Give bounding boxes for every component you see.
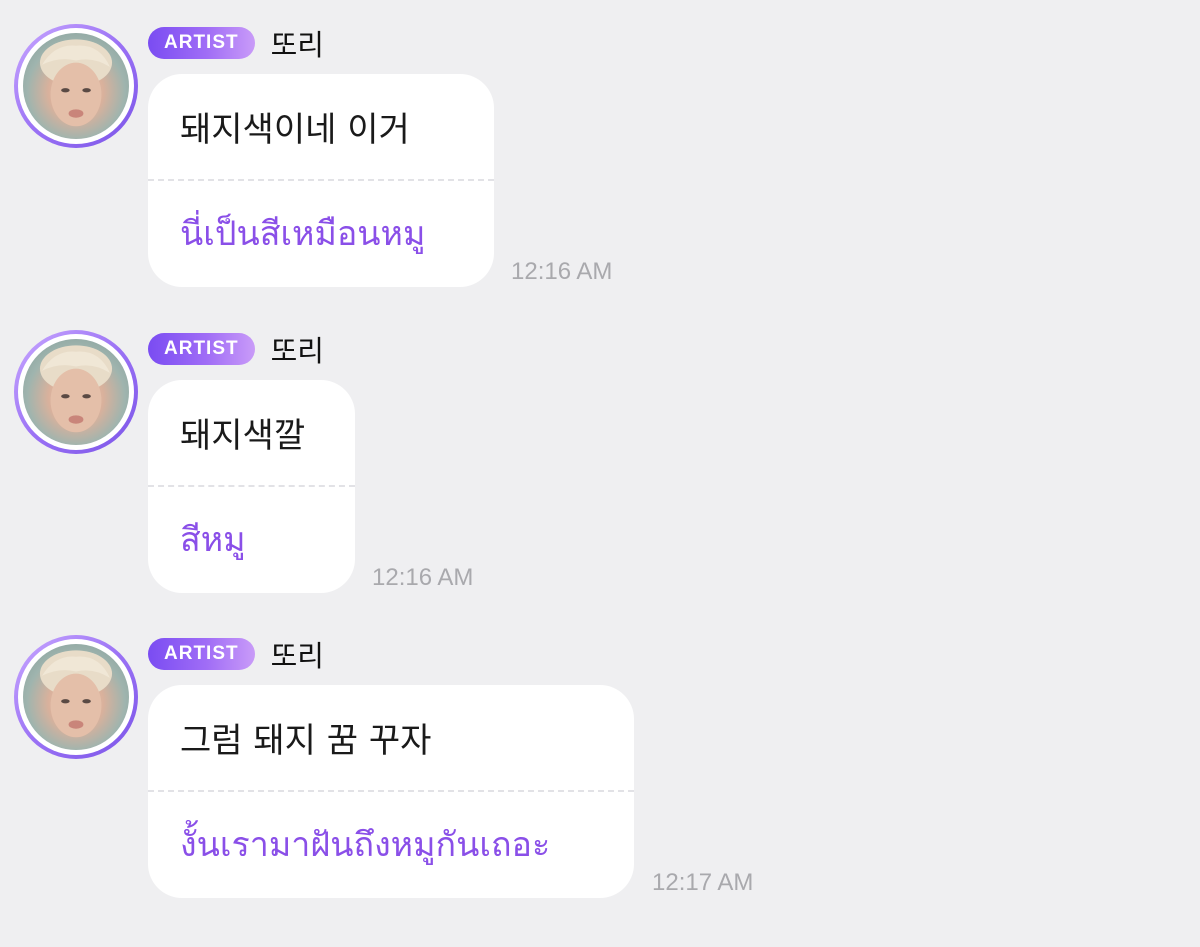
original-text: 돼지색이네 이거 (180, 110, 410, 150)
message-header: ARTIST 또리 (148, 332, 324, 368)
artist-badge: ARTIST (148, 333, 255, 365)
original-text: 그럼 돼지 꿈 꾸자 (180, 721, 432, 761)
original-text: 돼지색깔 (180, 416, 306, 456)
message-header: ARTIST 또리 (148, 637, 324, 673)
avatar[interactable] (14, 635, 138, 759)
sender-name: 또리 (270, 28, 324, 62)
profile-photo (23, 339, 129, 445)
timestamp: 12:17 AM (652, 869, 754, 896)
message-bubble[interactable]: 돼지색이네 이거 นี่เป็นสีเหมือนหมู (148, 74, 494, 287)
timestamp: 12:16 AM (511, 258, 613, 285)
profile-photo (23, 33, 129, 139)
chat-thread: ARTIST 또리 돼지색이네 이거 นี่เป็นสีเหมือนหมู 12… (0, 0, 1200, 947)
translation-text: งั้นเรามาฝันถึงหมูกันเถอะ (180, 825, 551, 865)
divider (148, 790, 634, 792)
message-bubble[interactable]: 돼지색깔 สีหมู (148, 380, 355, 593)
artist-badge: ARTIST (148, 27, 255, 59)
avatar[interactable] (14, 330, 138, 454)
divider (148, 179, 494, 181)
sender-name: 또리 (270, 639, 324, 673)
message-bubble[interactable]: 그럼 돼지 꿈 꾸자 งั้นเรามาฝันถึงหมูกันเถอะ (148, 685, 634, 898)
translation-text: นี่เป็นสีเหมือนหมู (180, 214, 426, 254)
timestamp: 12:16 AM (372, 564, 474, 591)
divider (148, 485, 355, 487)
avatar[interactable] (14, 24, 138, 148)
translation-text: สีหมู (180, 520, 246, 560)
profile-photo (23, 644, 129, 750)
message-header: ARTIST 또리 (148, 26, 324, 62)
sender-name: 또리 (270, 334, 324, 368)
artist-badge: ARTIST (148, 638, 255, 670)
